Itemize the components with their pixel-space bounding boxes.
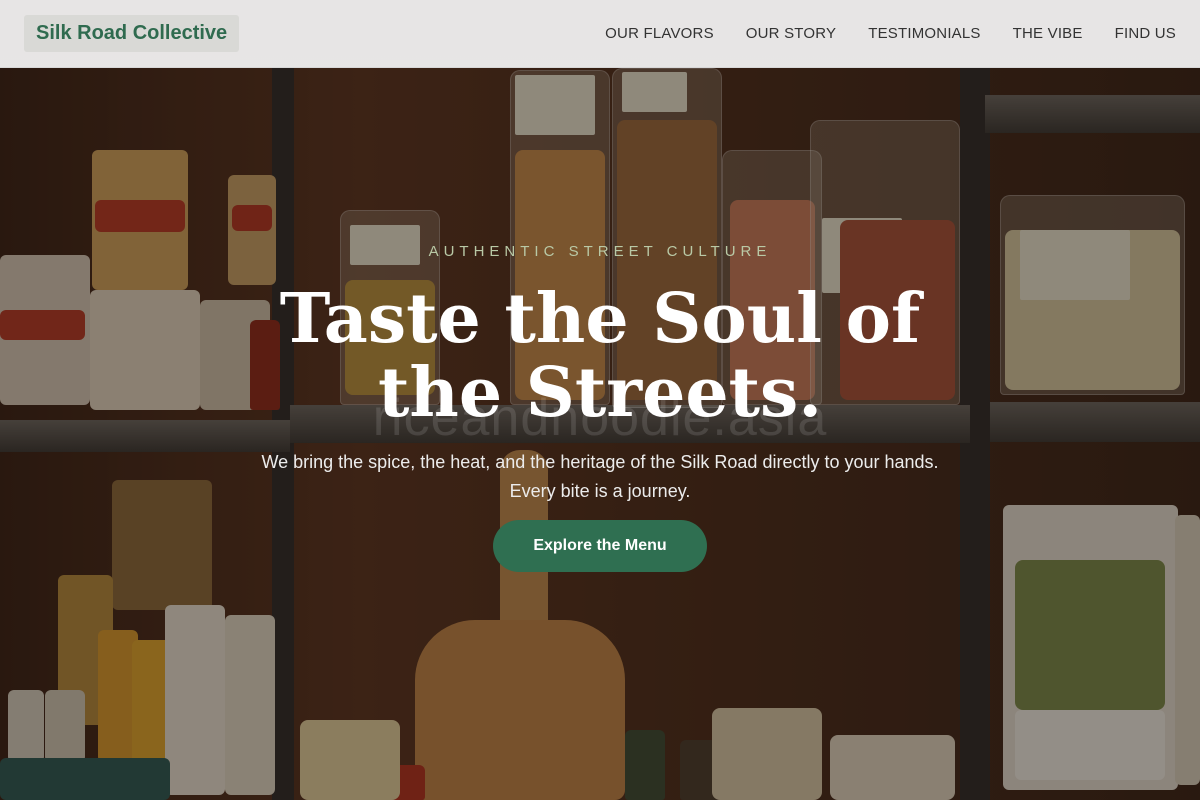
hero-section: AUTHENTIC STREET CULTURE riceandnoodle.a… (0, 0, 1200, 800)
nav-link-testimonials[interactable]: TESTIMONIALS (868, 25, 980, 42)
main-menu: OUR FLAVORS OUR STORY TESTIMONIALS THE V… (605, 25, 1176, 42)
nav-link-our-flavors[interactable]: OUR FLAVORS (605, 25, 714, 42)
nav-link-the-vibe[interactable]: THE VIBE (1013, 25, 1083, 42)
explore-menu-button[interactable]: Explore the Menu (493, 520, 707, 572)
brand-logo[interactable]: Silk Road Collective (24, 15, 240, 52)
nav-link-find-us[interactable]: FIND US (1115, 25, 1176, 42)
hero-headline: Taste the Soul of the Streets. (279, 279, 921, 433)
nav-link-our-story[interactable]: OUR STORY (746, 25, 836, 42)
hero-subtitle: We bring the spice, the heat, and the he… (261, 452, 939, 501)
hero-kicker: AUTHENTIC STREET CULTURE (428, 243, 772, 260)
top-navbar: Silk Road Collective OUR FLAVORS OUR STO… (0, 0, 1200, 68)
